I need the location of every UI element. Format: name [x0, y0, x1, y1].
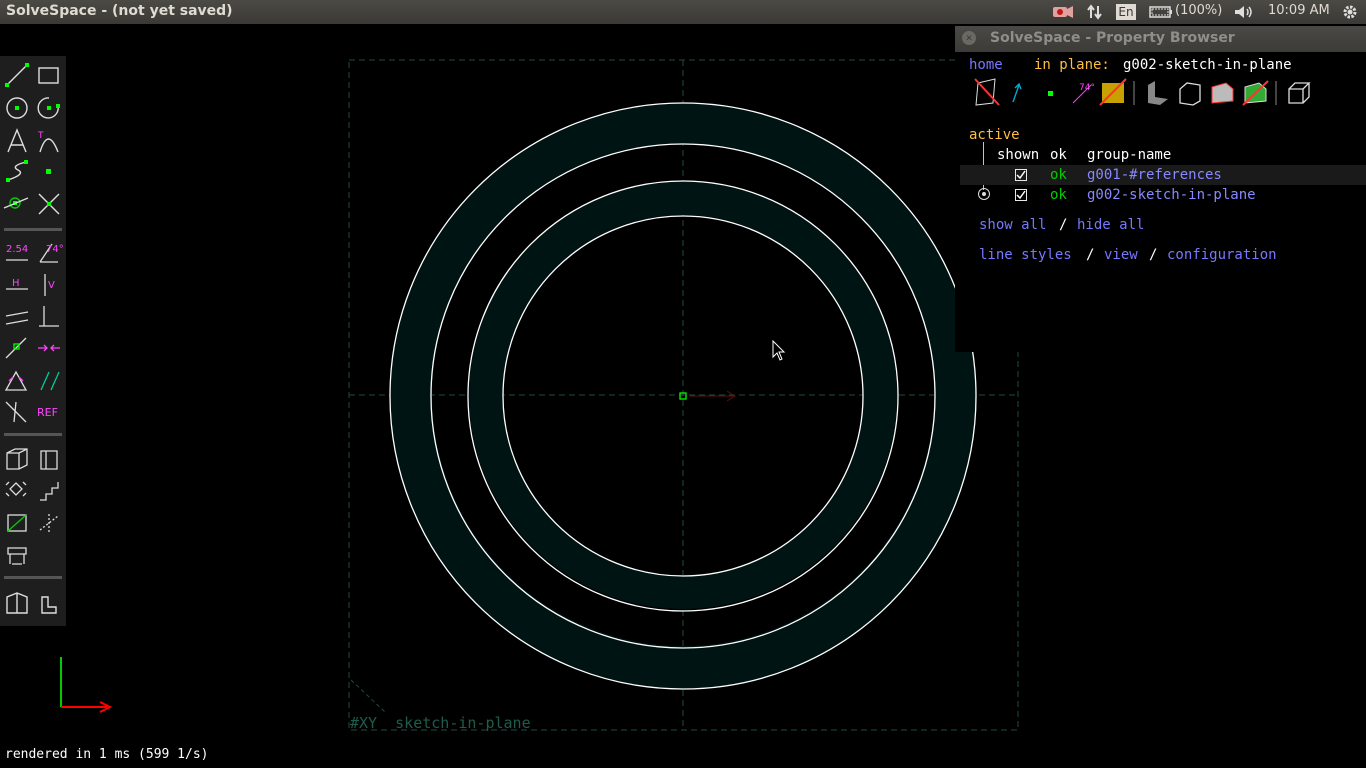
toolbar-separator [4, 228, 62, 231]
separator-slash-2: / [1086, 247, 1095, 263]
show-shaded-icon[interactable] [1148, 81, 1168, 105]
show-workplanes-icon[interactable] [974, 78, 1000, 106]
nearest-ortho-view-icon[interactable] [40, 450, 58, 470]
point-on-line-constraint-icon[interactable] [5, 337, 27, 359]
datum-point-tool-icon[interactable] [46, 169, 51, 174]
hide-all-link[interactable]: hide all [1077, 217, 1144, 233]
show-all-link[interactable]: show all [979, 217, 1046, 233]
svg-text:74°: 74° [1079, 83, 1095, 93]
home-link[interactable]: home [969, 57, 1003, 73]
other-supplementary-icon[interactable] [5, 401, 27, 423]
group-2-name-link[interactable]: g002-sketch-in-plane [1087, 187, 1256, 203]
group-1-ok: ok [1050, 167, 1067, 183]
battery-icon[interactable] [1149, 4, 1172, 20]
workplane-corner-mark [350, 679, 386, 713]
network-icon[interactable] [1086, 4, 1104, 20]
text-tool-icon[interactable] [7, 128, 27, 153]
active-label: active [969, 127, 1020, 143]
column-shown: shown [997, 147, 1040, 163]
reference-toggle-icon[interactable]: REF [37, 406, 58, 419]
show-hidden-icon[interactable] [1288, 82, 1311, 104]
column-ok: ok [1050, 147, 1067, 163]
sketch-in-3d-icon[interactable] [6, 592, 28, 614]
toolbar-separator-2 [4, 433, 62, 436]
group-2-active-radio[interactable] [978, 188, 990, 200]
view-link[interactable]: view [1104, 247, 1138, 263]
tool-toolbar: T 2.54 74° H V REF [0, 56, 66, 626]
vertical-constraint-icon[interactable]: V [44, 274, 55, 296]
battery-percent: (100%) [1175, 3, 1223, 18]
new-group-icon[interactable] [41, 596, 57, 614]
workplane-tool-icon[interactable] [3, 197, 29, 209]
configuration-link[interactable]: configuration [1167, 247, 1277, 263]
group-2-shown-checkbox[interactable] [1015, 189, 1027, 201]
svg-text:2.54: 2.54 [6, 244, 28, 255]
angle-constraint-icon[interactable]: 74° [39, 243, 64, 263]
sketch-in-plane-icon[interactable] [7, 547, 27, 565]
horizontal-constraint-icon[interactable]: H [6, 278, 28, 290]
svg-text:74°: 74° [46, 244, 64, 255]
parallel-constraint-icon[interactable] [5, 311, 29, 325]
circle-tool-icon[interactable] [6, 97, 28, 119]
property-browser-window: × SolveSpace - Property Browser home in … [955, 26, 1366, 352]
arc-tool-icon[interactable] [37, 97, 60, 119]
clock[interactable]: 10:09 AM [1268, 3, 1330, 18]
view-toggle-bar: 74° [974, 78, 1311, 106]
show-faces-icon[interactable] [1099, 78, 1127, 106]
property-browser-titlebar: × SolveSpace - Property Browser [955, 26, 1366, 52]
step-rotate-icon[interactable] [5, 481, 27, 497]
workplane-label: #XY sketch-in-plane [350, 714, 531, 732]
perpendicular-constraint-icon[interactable] [39, 306, 59, 327]
column-group-name: group-name [1087, 147, 1172, 163]
lathe-icon[interactable] [39, 514, 59, 534]
nearest-iso-view-icon[interactable] [6, 448, 28, 470]
rectangle-tool-icon[interactable] [38, 67, 59, 84]
system-top-bar: SolveSpace - (not yet saved) En (100%) 1… [0, 0, 1366, 24]
show-outlines-icon[interactable] [1211, 82, 1234, 104]
close-icon[interactable]: × [962, 31, 976, 45]
mouse-cursor-icon [772, 340, 786, 361]
in-plane-label: in plane: [1034, 57, 1110, 73]
keyboard-icon[interactable]: En [1116, 4, 1136, 20]
group-2-ok: ok [1050, 187, 1067, 203]
tangent-arc-tool-icon[interactable]: T [37, 131, 59, 153]
distance-constraint-icon[interactable]: 2.54 [6, 244, 28, 261]
show-normals-icon[interactable] [1012, 82, 1022, 103]
line-styles-link[interactable]: line styles [979, 247, 1072, 263]
workplane-name: g002-sketch-in-plane [1123, 57, 1292, 73]
separator-slash-3: / [1149, 247, 1158, 263]
equal-constraint-icon[interactable] [4, 370, 28, 391]
same-orientation-constraint-icon[interactable] [40, 371, 60, 391]
line-tool-icon[interactable] [5, 63, 29, 87]
symmetric-constraint-icon[interactable] [38, 344, 60, 352]
render-status: rendered in 1 ms (599 1/s) [5, 747, 209, 762]
show-constraints-icon[interactable]: 74° [1072, 83, 1095, 104]
property-browser-title: SolveSpace - Property Browser [990, 30, 1235, 46]
record-icon[interactable] [1052, 4, 1073, 20]
split-curves-tool-icon[interactable] [38, 193, 60, 215]
volume-icon[interactable] [1234, 4, 1252, 20]
svg-text:H: H [12, 278, 20, 289]
show-edges-icon[interactable] [1179, 82, 1201, 106]
group-1-shown-checkbox[interactable] [1015, 169, 1027, 181]
svg-text:T: T [37, 131, 44, 141]
separator-slash-1: / [1059, 217, 1068, 233]
step-translate-icon[interactable] [40, 482, 59, 501]
toolbar-separator-3 [4, 576, 62, 579]
app-title: SolveSpace - (not yet saved) [6, 3, 233, 19]
group-1-name-link[interactable]: g001-#references [1087, 167, 1222, 183]
cubic-spline-tool-icon[interactable] [6, 160, 28, 182]
show-mesh-icon[interactable] [1242, 80, 1269, 106]
show-points-icon[interactable] [1048, 91, 1053, 96]
extrude-icon[interactable] [7, 514, 27, 532]
svg-text:V: V [48, 280, 55, 291]
settings-gear-icon[interactable] [1341, 4, 1359, 20]
